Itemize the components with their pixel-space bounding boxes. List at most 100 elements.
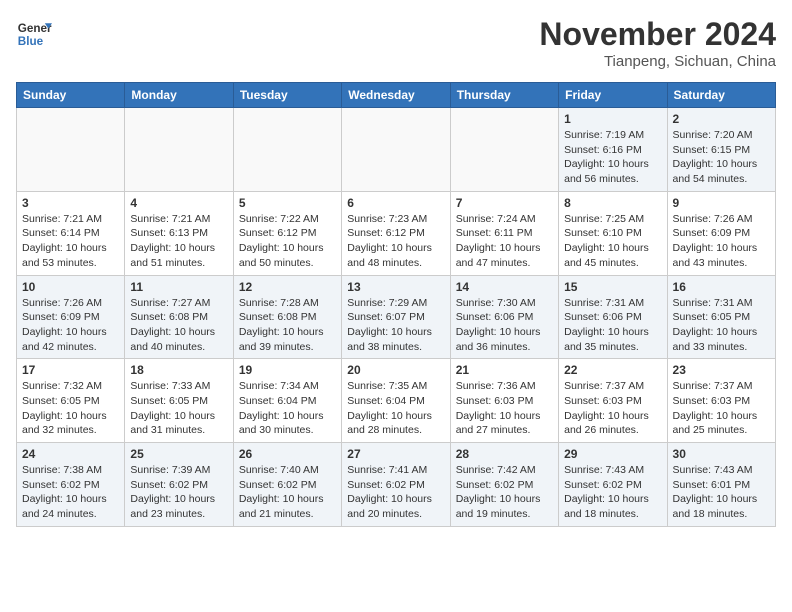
- calendar-cell: 2 Sunrise: 7:20 AM Sunset: 6:15 PM Daylig…: [667, 108, 775, 192]
- day-content: Sunrise: 7:30 AM Sunset: 6:06 PM Dayligh…: [456, 296, 553, 355]
- day-number: 23: [673, 363, 770, 377]
- day-content: Sunrise: 7:20 AM Sunset: 6:15 PM Dayligh…: [673, 128, 770, 187]
- calendar-cell: 4Sunrise: 7:21 AM Sunset: 6:13 PM Daylig…: [125, 191, 233, 275]
- calendar-cell: 3 Sunrise: 7:21 AM Sunset: 6:14 PM Daylig…: [17, 191, 125, 275]
- day-number: 17: [22, 363, 119, 377]
- calendar-cell: 12Sunrise: 7:28 AM Sunset: 6:08 PM Dayli…: [233, 275, 341, 359]
- header-day-friday: Friday: [559, 83, 667, 108]
- day-content: Sunrise: 7:34 AM Sunset: 6:04 PM Dayligh…: [239, 379, 336, 438]
- calendar-cell: 15 Sunrise: 7:31 AM Sunset: 6:06 PM Dayli…: [559, 275, 667, 359]
- day-content: Sunrise: 7:41 AM Sunset: 6:02 PM Dayligh…: [347, 463, 444, 522]
- calendar-cell: 21 Sunrise: 7:36 AM Sunset: 6:03 PM Dayli…: [450, 359, 558, 443]
- header-day-tuesday: Tuesday: [233, 83, 341, 108]
- calendar-cell: 19 Sunrise: 7:34 AM Sunset: 6:04 PM Dayli…: [233, 359, 341, 443]
- day-number: 27: [347, 447, 444, 461]
- day-content: Sunrise: 7:21 AM Sunset: 6:14 PM Dayligh…: [22, 212, 119, 271]
- calendar-cell: 26 Sunrise: 7:40 AM Sunset: 6:02 PM Dayli…: [233, 443, 341, 527]
- calendar-cell: 28 Sunrise: 7:42 AM Sunset: 6:02 PM Dayli…: [450, 443, 558, 527]
- day-number: 15: [564, 280, 661, 294]
- calendar-week-row: 1 Sunrise: 7:19 AM Sunset: 6:16 PM Daylig…: [17, 108, 776, 192]
- day-content: Sunrise: 7:37 AM Sunset: 6:03 PM Dayligh…: [564, 379, 661, 438]
- day-content: Sunrise: 7:37 AM Sunset: 6:03 PM Dayligh…: [673, 379, 770, 438]
- day-number: 3: [22, 196, 119, 210]
- day-content: Sunrise: 7:26 AM Sunset: 6:09 PM Dayligh…: [673, 212, 770, 271]
- day-number: 20: [347, 363, 444, 377]
- day-content: Sunrise: 7:36 AM Sunset: 6:03 PM Dayligh…: [456, 379, 553, 438]
- day-number: 2: [673, 112, 770, 126]
- day-number: 4: [130, 196, 227, 210]
- day-number: 18: [130, 363, 227, 377]
- calendar-header-row: SundayMondayTuesdayWednesdayThursdayFrid…: [17, 83, 776, 108]
- location: Tianpeng, Sichuan, China: [539, 53, 776, 70]
- day-number: 24: [22, 447, 119, 461]
- day-number: 26: [239, 447, 336, 461]
- calendar-cell: 6 Sunrise: 7:23 AM Sunset: 6:12 PM Daylig…: [342, 191, 450, 275]
- calendar-cell: 20Sunrise: 7:35 AM Sunset: 6:04 PM Dayli…: [342, 359, 450, 443]
- logo-icon: General Blue: [16, 16, 52, 52]
- calendar-cell: 25Sunrise: 7:39 AM Sunset: 6:02 PM Dayli…: [125, 443, 233, 527]
- calendar-cell: [450, 108, 558, 192]
- calendar-cell: 8Sunrise: 7:25 AM Sunset: 6:10 PM Daylig…: [559, 191, 667, 275]
- day-content: Sunrise: 7:27 AM Sunset: 6:08 PM Dayligh…: [130, 296, 227, 355]
- day-number: 16: [673, 280, 770, 294]
- day-number: 12: [239, 280, 336, 294]
- day-number: 9: [673, 196, 770, 210]
- day-content: Sunrise: 7:25 AM Sunset: 6:10 PM Dayligh…: [564, 212, 661, 271]
- header-day-saturday: Saturday: [667, 83, 775, 108]
- calendar-cell: 11 Sunrise: 7:27 AM Sunset: 6:08 PM Dayli…: [125, 275, 233, 359]
- calendar-week-row: 3 Sunrise: 7:21 AM Sunset: 6:14 PM Daylig…: [17, 191, 776, 275]
- calendar-cell: [342, 108, 450, 192]
- day-number: 25: [130, 447, 227, 461]
- day-number: 1: [564, 112, 661, 126]
- day-number: 19: [239, 363, 336, 377]
- calendar-cell: 17Sunrise: 7:32 AM Sunset: 6:05 PM Dayli…: [17, 359, 125, 443]
- calendar-cell: 30Sunrise: 7:43 AM Sunset: 6:01 PM Dayli…: [667, 443, 775, 527]
- day-content: Sunrise: 7:26 AM Sunset: 6:09 PM Dayligh…: [22, 296, 119, 355]
- day-content: Sunrise: 7:24 AM Sunset: 6:11 PM Dayligh…: [456, 212, 553, 271]
- calendar-cell: 24 Sunrise: 7:38 AM Sunset: 6:02 PM Dayli…: [17, 443, 125, 527]
- month-title: November 2024: [539, 16, 776, 53]
- day-number: 21: [456, 363, 553, 377]
- day-number: 11: [130, 280, 227, 294]
- calendar-cell: 14Sunrise: 7:30 AM Sunset: 6:06 PM Dayli…: [450, 275, 558, 359]
- calendar-cell: 1 Sunrise: 7:19 AM Sunset: 6:16 PM Daylig…: [559, 108, 667, 192]
- day-content: Sunrise: 7:31 AM Sunset: 6:05 PM Dayligh…: [673, 296, 770, 355]
- header-day-wednesday: Wednesday: [342, 83, 450, 108]
- calendar-cell: 22 Sunrise: 7:37 AM Sunset: 6:03 PM Dayli…: [559, 359, 667, 443]
- day-content: Sunrise: 7:33 AM Sunset: 6:05 PM Dayligh…: [130, 379, 227, 438]
- day-content: Sunrise: 7:38 AM Sunset: 6:02 PM Dayligh…: [22, 463, 119, 522]
- calendar-week-row: 24 Sunrise: 7:38 AM Sunset: 6:02 PM Dayli…: [17, 443, 776, 527]
- day-content: Sunrise: 7:29 AM Sunset: 6:07 PM Dayligh…: [347, 296, 444, 355]
- day-content: Sunrise: 7:40 AM Sunset: 6:02 PM Dayligh…: [239, 463, 336, 522]
- title-block: November 2024 Tianpeng, Sichuan, China: [539, 16, 776, 70]
- calendar-cell: 5Sunrise: 7:22 AM Sunset: 6:12 PM Daylig…: [233, 191, 341, 275]
- calendar-cell: [233, 108, 341, 192]
- page-header: General Blue November 2024 Tianpeng, Sic…: [16, 16, 776, 70]
- day-number: 10: [22, 280, 119, 294]
- calendar-body: 1 Sunrise: 7:19 AM Sunset: 6:16 PM Daylig…: [17, 108, 776, 527]
- day-number: 30: [673, 447, 770, 461]
- calendar-week-row: 17Sunrise: 7:32 AM Sunset: 6:05 PM Dayli…: [17, 359, 776, 443]
- calendar-cell: 23 Sunrise: 7:37 AM Sunset: 6:03 PM Dayli…: [667, 359, 775, 443]
- day-content: Sunrise: 7:42 AM Sunset: 6:02 PM Dayligh…: [456, 463, 553, 522]
- calendar-cell: 29 Sunrise: 7:43 AM Sunset: 6:02 PM Dayli…: [559, 443, 667, 527]
- day-number: 13: [347, 280, 444, 294]
- day-number: 7: [456, 196, 553, 210]
- logo: General Blue: [16, 16, 52, 52]
- header-day-sunday: Sunday: [17, 83, 125, 108]
- day-content: Sunrise: 7:23 AM Sunset: 6:12 PM Dayligh…: [347, 212, 444, 271]
- calendar-cell: 16 Sunrise: 7:31 AM Sunset: 6:05 PM Dayli…: [667, 275, 775, 359]
- day-number: 22: [564, 363, 661, 377]
- day-number: 29: [564, 447, 661, 461]
- calendar-cell: [125, 108, 233, 192]
- calendar-week-row: 10 Sunrise: 7:26 AM Sunset: 6:09 PM Dayli…: [17, 275, 776, 359]
- day-content: Sunrise: 7:19 AM Sunset: 6:16 PM Dayligh…: [564, 128, 661, 187]
- calendar-cell: 13 Sunrise: 7:29 AM Sunset: 6:07 PM Dayli…: [342, 275, 450, 359]
- day-content: Sunrise: 7:31 AM Sunset: 6:06 PM Dayligh…: [564, 296, 661, 355]
- day-content: Sunrise: 7:43 AM Sunset: 6:02 PM Dayligh…: [564, 463, 661, 522]
- day-number: 28: [456, 447, 553, 461]
- calendar-cell: 27 Sunrise: 7:41 AM Sunset: 6:02 PM Dayli…: [342, 443, 450, 527]
- day-number: 6: [347, 196, 444, 210]
- calendar-cell: 10 Sunrise: 7:26 AM Sunset: 6:09 PM Dayli…: [17, 275, 125, 359]
- header-day-thursday: Thursday: [450, 83, 558, 108]
